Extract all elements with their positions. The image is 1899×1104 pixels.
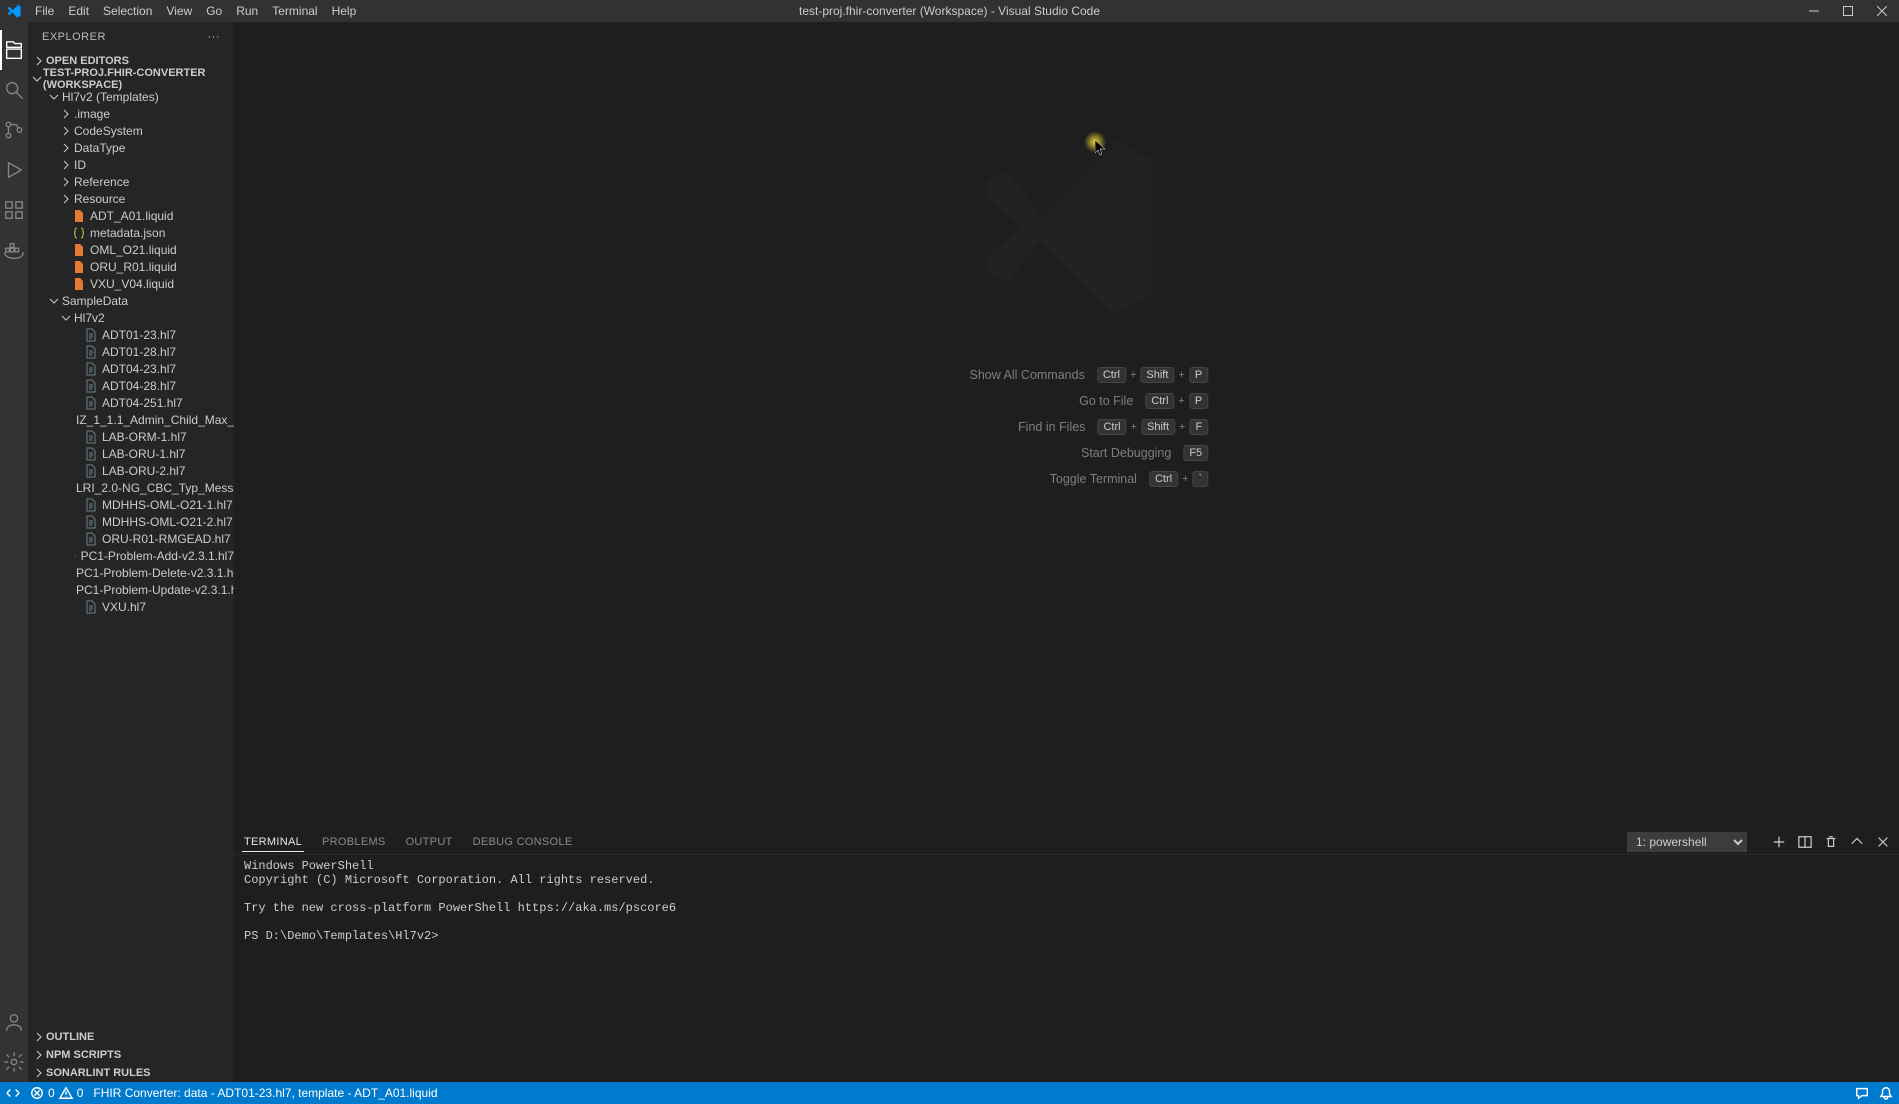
panel-maximize-icon[interactable] — [1849, 834, 1865, 850]
minimize-button[interactable] — [1797, 0, 1831, 22]
file-lab-orm-1-hl7[interactable]: LAB-ORM-1.hl7 — [28, 428, 234, 445]
file-tree: Hl7v2 (Templates).imageCodeSystemDataTyp… — [28, 88, 234, 1028]
status-remote-icon[interactable] — [6, 1082, 20, 1104]
folder-id[interactable]: ID — [28, 156, 234, 173]
panel-new-terminal-icon[interactable] — [1771, 834, 1787, 850]
file-adt01-23-hl7[interactable]: ADT01-23.hl7 — [28, 326, 234, 343]
chevron-right-icon — [32, 56, 46, 66]
status-bell-icon[interactable] — [1879, 1082, 1893, 1104]
menu-file[interactable]: File — [28, 0, 61, 22]
terminal-selector[interactable]: 1: powershell — [1627, 832, 1747, 852]
file-vxu_v04-liquid[interactable]: VXU_V04.liquid — [28, 275, 234, 292]
file-mdhhs-oml-o21-2-hl7[interactable]: MDHHS-OML-O21-2.hl7 — [28, 513, 234, 530]
close-button[interactable] — [1865, 0, 1899, 22]
status-feedback-icon[interactable] — [1855, 1082, 1869, 1104]
file-metadata-json[interactable]: metadata.json — [28, 224, 234, 241]
titlebar: File Edit Selection View Go Run Terminal… — [0, 0, 1899, 22]
file-lri_2-0-ng_cbc_typ_message-hl7[interactable]: LRI_2.0-NG_CBC_Typ_Message.hl7 — [28, 479, 234, 496]
folder-hl7v2-templates[interactable]: Hl7v2 (Templates) — [28, 88, 234, 105]
menu-go[interactable]: Go — [199, 0, 229, 22]
chevron-right-icon — [32, 1050, 46, 1060]
status-fhir-converter[interactable]: FHIR Converter: data - ADT01-23.hl7, tem… — [93, 1082, 437, 1104]
activitybar-extensions-icon[interactable] — [0, 190, 28, 230]
maximize-button[interactable] — [1831, 0, 1865, 22]
bottom-panel: TERMINAL PROBLEMS OUTPUT DEBUG CONSOLE 1… — [234, 828, 1899, 1082]
menu-help[interactable]: Help — [325, 0, 364, 22]
section-outline[interactable]: OUTLINE — [28, 1028, 234, 1046]
panel-tab-terminal[interactable]: TERMINAL — [242, 836, 304, 852]
chevron-right-icon — [32, 1032, 46, 1042]
folder-datatype[interactable]: DataType — [28, 139, 234, 156]
file-adt04-23-hl7[interactable]: ADT04-23.hl7 — [28, 360, 234, 377]
file-lab-oru-2-hl7[interactable]: LAB-ORU-2.hl7 — [28, 462, 234, 479]
file-adt_a01-liquid[interactable]: ADT_A01.liquid — [28, 207, 234, 224]
hint-toggle-terminal: Toggle Terminal — [977, 472, 1137, 486]
activitybar-explorer-icon[interactable] — [0, 30, 28, 70]
vscode-watermark-icon — [962, 122, 1172, 335]
menu-terminal[interactable]: Terminal — [265, 0, 324, 22]
file-oml_o21-liquid[interactable]: OML_O21.liquid — [28, 241, 234, 258]
chevron-right-icon — [32, 1068, 46, 1078]
status-errors-warnings[interactable]: 0 0 — [30, 1082, 83, 1104]
panel-split-terminal-icon[interactable] — [1797, 834, 1813, 850]
activitybar-run-debug-icon[interactable] — [0, 150, 28, 190]
file-lab-oru-1-hl7[interactable]: LAB-ORU-1.hl7 — [28, 445, 234, 462]
menu-run[interactable]: Run — [229, 0, 265, 22]
sidebar-more-icon[interactable]: ··· — [208, 31, 221, 43]
panel-tab-output[interactable]: OUTPUT — [404, 836, 455, 848]
activitybar-settings-icon[interactable] — [0, 1042, 28, 1082]
sidebar-explorer: EXPLORER ··· OPEN EDITORS TEST-PROJ.FHIR… — [28, 22, 234, 1082]
sidebar-title: EXPLORER — [42, 31, 106, 43]
menu-selection[interactable]: Selection — [96, 0, 159, 22]
panel-tab-debug-console[interactable]: DEBUG CONSOLE — [471, 836, 575, 848]
folder-codesystem[interactable]: CodeSystem — [28, 122, 234, 139]
folder-sampledata[interactable]: SampleData — [28, 292, 234, 309]
vscode-logo-icon — [6, 3, 22, 19]
hint-start-debugging: Start Debugging — [1011, 446, 1171, 460]
file-pc1-problem-delete-v2-3-1-hl7[interactable]: PC1-Problem-Delete-v2.3.1.hl7 — [28, 564, 234, 581]
editor-welcome: Show All Commands Ctrl+ Shift+ P Go to F… — [234, 22, 1899, 828]
file-mdhhs-oml-o21-1-hl7[interactable]: MDHHS-OML-O21-1.hl7 — [28, 496, 234, 513]
file-oru-r01-rmgead-hl7[interactable]: ORU-R01-RMGEAD.hl7 — [28, 530, 234, 547]
file-adt04-251-hl7[interactable]: ADT04-251.hl7 — [28, 394, 234, 411]
window-controls — [1797, 0, 1899, 22]
folder-resource[interactable]: Resource — [28, 190, 234, 207]
section-sonarlint[interactable]: SONARLINT RULES — [28, 1064, 234, 1082]
file-oru_r01-liquid[interactable]: ORU_R01.liquid — [28, 258, 234, 275]
hint-go-to-file: Go to File — [973, 394, 1133, 408]
activitybar-docker-icon[interactable] — [0, 230, 28, 270]
panel-kill-terminal-icon[interactable] — [1823, 834, 1839, 850]
activitybar — [0, 22, 28, 1082]
file-pc1-problem-add-v2-3-1-hl7[interactable]: PC1-Problem-Add-v2.3.1.hl7 — [28, 547, 234, 564]
chevron-down-icon — [32, 74, 43, 84]
section-workspace[interactable]: TEST-PROJ.FHIR-CONVERTER (WORKSPACE) — [28, 70, 234, 88]
activitybar-account-icon[interactable] — [0, 1002, 28, 1042]
section-npm-scripts[interactable]: NPM SCRIPTS — [28, 1046, 234, 1064]
activitybar-search-icon[interactable] — [0, 70, 28, 110]
file-vxu-hl7[interactable]: VXU.hl7 — [28, 598, 234, 615]
statusbar: 0 0 FHIR Converter: data - ADT01-23.hl7,… — [0, 1082, 1899, 1104]
folder-reference[interactable]: Reference — [28, 173, 234, 190]
menu-view[interactable]: View — [159, 0, 199, 22]
file-adt04-28-hl7[interactable]: ADT04-28.hl7 — [28, 377, 234, 394]
folder--image[interactable]: .image — [28, 105, 234, 122]
activitybar-source-control-icon[interactable] — [0, 110, 28, 150]
terminal-body[interactable]: Windows PowerShell Copyright (C) Microso… — [234, 855, 1899, 1082]
window-title: test-proj.fhir-converter (Workspace) - V… — [799, 4, 1100, 18]
hint-show-all-commands: Show All Commands — [925, 368, 1085, 382]
hint-find-in-files: Find in Files — [925, 420, 1085, 434]
menubar: File Edit Selection View Go Run Terminal… — [28, 0, 363, 22]
file-pc1-problem-update-v2-3-1-hl7[interactable]: PC1-Problem-Update-v2.3.1.hl7 — [28, 581, 234, 598]
menu-edit[interactable]: Edit — [61, 0, 96, 22]
file-adt01-28-hl7[interactable]: ADT01-28.hl7 — [28, 343, 234, 360]
panel-close-icon[interactable] — [1875, 834, 1891, 850]
panel-tab-problems[interactable]: PROBLEMS — [320, 836, 388, 848]
file-iz_1_1-1_admin_child_max_messag-[interactable]: IZ_1_1.1_Admin_Child_Max_Messag... — [28, 411, 234, 428]
folder-sampledata-hl7v2[interactable]: Hl7v2 — [28, 309, 234, 326]
